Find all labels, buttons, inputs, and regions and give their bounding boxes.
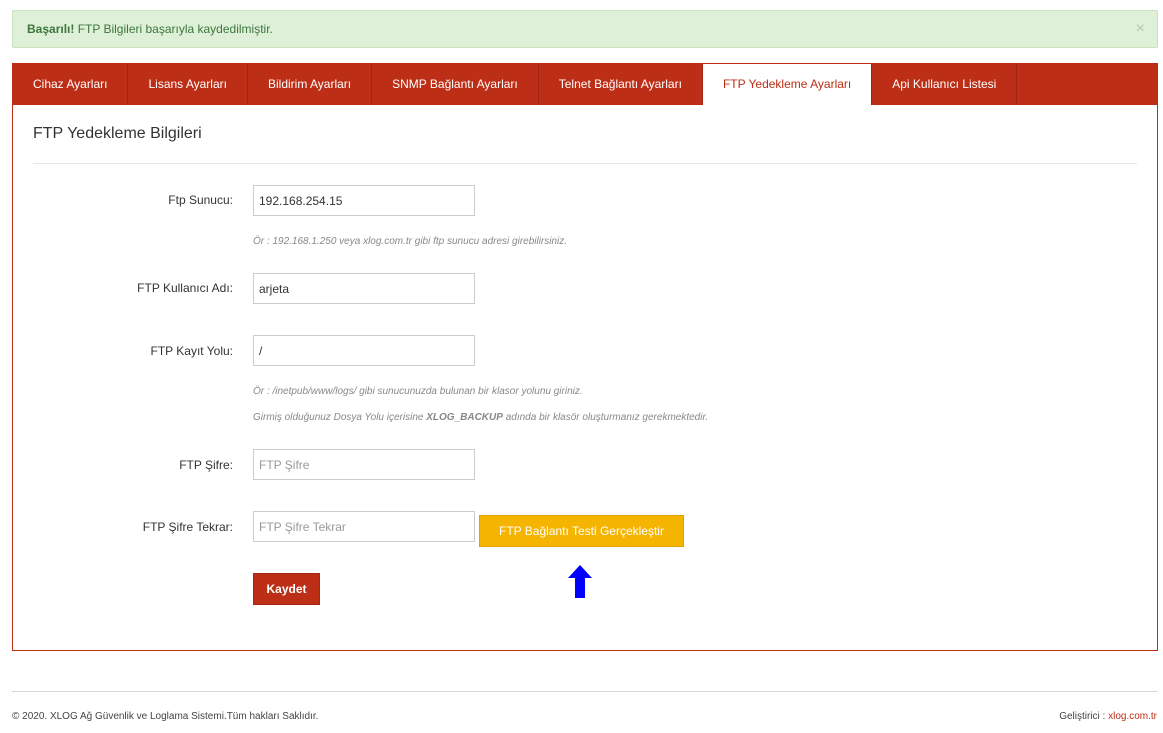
folder-note-name: XLOG_BACKUP <box>426 412 503 423</box>
ftp-path-help: Ör : /inetpub/www/logs/ gibi sunucunuzda… <box>253 386 583 397</box>
save-button[interactable]: Kaydet <box>253 573 320 605</box>
tab-api-user-list[interactable]: Api Kullanıcı Listesi <box>872 64 1018 105</box>
tab-license-settings[interactable]: Lisans Ayarları <box>128 64 248 105</box>
alert-strong: Başarılı! <box>27 22 75 36</box>
close-icon[interactable]: × <box>1136 11 1145 47</box>
settings-panel: Cihaz Ayarları Lisans Ayarları Bildirim … <box>12 63 1158 651</box>
success-alert: Başarılı! FTP Bilgileri başarıyla kayded… <box>12 10 1158 48</box>
ftp-username-input[interactable] <box>253 273 475 304</box>
ftp-password-repeat-label: FTP Şifre Tekrar: <box>142 520 233 534</box>
ftp-username-label: FTP Kullanıcı Adı: <box>137 281 233 295</box>
developer-link[interactable]: xlog.com.tr <box>1108 711 1157 722</box>
tab-bar: Cihaz Ayarları Lisans Ayarları Bildirim … <box>13 64 1157 105</box>
tab-device-settings[interactable]: Cihaz Ayarları <box>13 64 129 105</box>
ftp-server-input[interactable] <box>253 185 475 216</box>
folder-note-post: adında bir klasör oluşturmanız gerekmekt… <box>502 412 709 423</box>
folder-note-pre: Girmiş olduğunuz Dosya Yolu içerisine <box>253 412 427 423</box>
tab-ftp-backup-settings[interactable]: FTP Yedekleme Ayarları <box>702 64 873 105</box>
section-title: FTP Yedekleme Bilgileri <box>33 125 202 142</box>
ftp-connection-test-button[interactable]: FTP Bağlantı Testi Gerçekleştir <box>479 515 684 547</box>
footer-divider <box>12 691 1158 692</box>
ftp-password-repeat-input[interactable] <box>253 511 475 542</box>
page: Başarılı! FTP Bilgileri başarıyla kayded… <box>0 0 1163 733</box>
footer-copyright: © 2020. XLOG Ağ Güvenlik ve Loglama Sist… <box>12 711 319 722</box>
ftp-server-label: Ftp Sunucu: <box>168 193 233 207</box>
ftp-server-help: Ör : 192.168.1.250 veya xlog.com.tr gibi… <box>253 236 568 247</box>
tab-snmp-settings[interactable]: SNMP Bağlantı Ayarları <box>372 64 539 105</box>
footer-developer: Geliştirici : xlog.com.tr <box>1059 711 1157 722</box>
ftp-path-input[interactable] <box>253 335 475 366</box>
arrow-up-icon <box>568 565 592 598</box>
ftp-path-label: FTP Kayıt Yolu: <box>150 344 234 358</box>
tab-notification-settings[interactable]: Bildirim Ayarları <box>248 64 373 105</box>
developer-label: Geliştirici : <box>1059 711 1109 722</box>
ftp-password-input[interactable] <box>253 449 475 480</box>
ftp-path-folder-note: Girmiş olduğunuz Dosya Yolu içerisine XL… <box>253 412 708 423</box>
ftp-password-label: FTP Şifre: <box>179 458 233 472</box>
alert-message: FTP Bilgileri başarıyla kaydedilmiştir. <box>74 22 273 36</box>
tab-telnet-settings[interactable]: Telnet Bağlantı Ayarları <box>539 64 703 105</box>
divider <box>33 163 1137 164</box>
